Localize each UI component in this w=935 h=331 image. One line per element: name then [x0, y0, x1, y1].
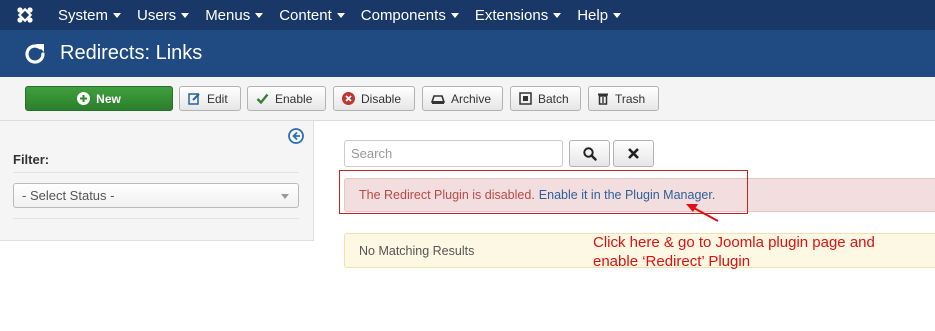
close-icon: [628, 148, 639, 159]
menu-label: System: [58, 6, 109, 24]
refresh-icon: [22, 41, 48, 67]
times-circle-icon: [342, 92, 355, 105]
caret-down-icon: [255, 12, 264, 18]
plus-circle-icon: [77, 92, 91, 105]
page-title: Redirects: Links: [60, 42, 203, 64]
menu-extensions[interactable]: Extensions: [467, 0, 569, 30]
menu-label: Menus: [205, 6, 251, 24]
joomla-logo-icon[interactable]: [0, 0, 50, 30]
annotation-line-2: enable ‘Redirect’ Plugin: [593, 253, 751, 270]
menu-content[interactable]: Content: [271, 0, 353, 30]
caret-down-icon: [450, 12, 459, 18]
check-icon: [256, 93, 269, 105]
search-button[interactable]: [569, 140, 610, 167]
caret-down-icon: [181, 12, 190, 18]
status-select[interactable]: - Select Status -: [13, 183, 299, 208]
menu-label: Extensions: [474, 6, 549, 24]
disable-button-label: Disable: [361, 91, 402, 106]
batch-icon: [519, 92, 532, 105]
caret-down-icon: [613, 12, 622, 18]
alert-warning-text: No Matching Results: [359, 243, 475, 258]
sidebar-toggle-icon[interactable]: [288, 128, 304, 144]
edit-icon: [188, 93, 200, 105]
caret-down-icon: [113, 12, 122, 18]
annotation-line-1: Click here & go to Joomla plugin page an…: [593, 234, 875, 251]
menu-label: Components: [360, 6, 446, 24]
batch-button-label: Batch: [538, 91, 569, 106]
caret-down-icon: [336, 12, 345, 18]
divider: [13, 172, 299, 173]
menu-menus[interactable]: Menus: [197, 0, 271, 30]
search-icon: [582, 146, 597, 161]
enable-button[interactable]: Enable: [247, 86, 326, 111]
search-input[interactable]: Search: [344, 140, 563, 167]
menu-label: Content: [279, 6, 332, 24]
disable-button[interactable]: Disable: [333, 86, 415, 111]
divider: [13, 218, 299, 219]
menu-label: Users: [137, 6, 177, 24]
menu-label: Help: [577, 6, 609, 24]
clear-search-button[interactable]: [613, 140, 654, 167]
trash-icon: [598, 93, 608, 105]
annotation-text: Click here & go to Joomla plugin page an…: [593, 233, 933, 271]
page-header: Redirects: Links: [0, 30, 935, 77]
trash-button-label: Trash: [615, 91, 646, 106]
filter-label: Filter:: [13, 152, 50, 167]
filter-sidebar: Filter: - Select Status -: [0, 121, 314, 241]
batch-button[interactable]: Batch: [510, 86, 581, 111]
new-button[interactable]: New: [25, 86, 173, 111]
enable-button-label: Enable: [275, 91, 313, 106]
edit-button-label: Edit: [207, 91, 228, 106]
archive-button[interactable]: Archive: [422, 86, 503, 111]
annotation-arrow-icon: [686, 204, 719, 222]
search-placeholder: Search: [351, 146, 393, 161]
archive-button-label: Archive: [451, 91, 492, 106]
status-select-value: - Select Status -: [22, 188, 115, 203]
trash-button[interactable]: Trash: [588, 86, 659, 111]
archive-icon: [431, 95, 445, 104]
caret-down-icon: [553, 12, 562, 18]
menu-system[interactable]: System: [50, 0, 129, 30]
top-navbar: System Users Menus Content Components Ex…: [0, 0, 935, 30]
chevron-down-icon: [281, 194, 289, 199]
menu-users[interactable]: Users: [129, 0, 197, 30]
new-button-label: New: [96, 91, 121, 106]
menu-components[interactable]: Components: [353, 0, 467, 30]
toolbar: New Edit Enable Disable Archive Batch Tr…: [0, 77, 935, 121]
edit-button[interactable]: Edit: [179, 86, 241, 111]
menu-help[interactable]: Help: [569, 0, 629, 30]
